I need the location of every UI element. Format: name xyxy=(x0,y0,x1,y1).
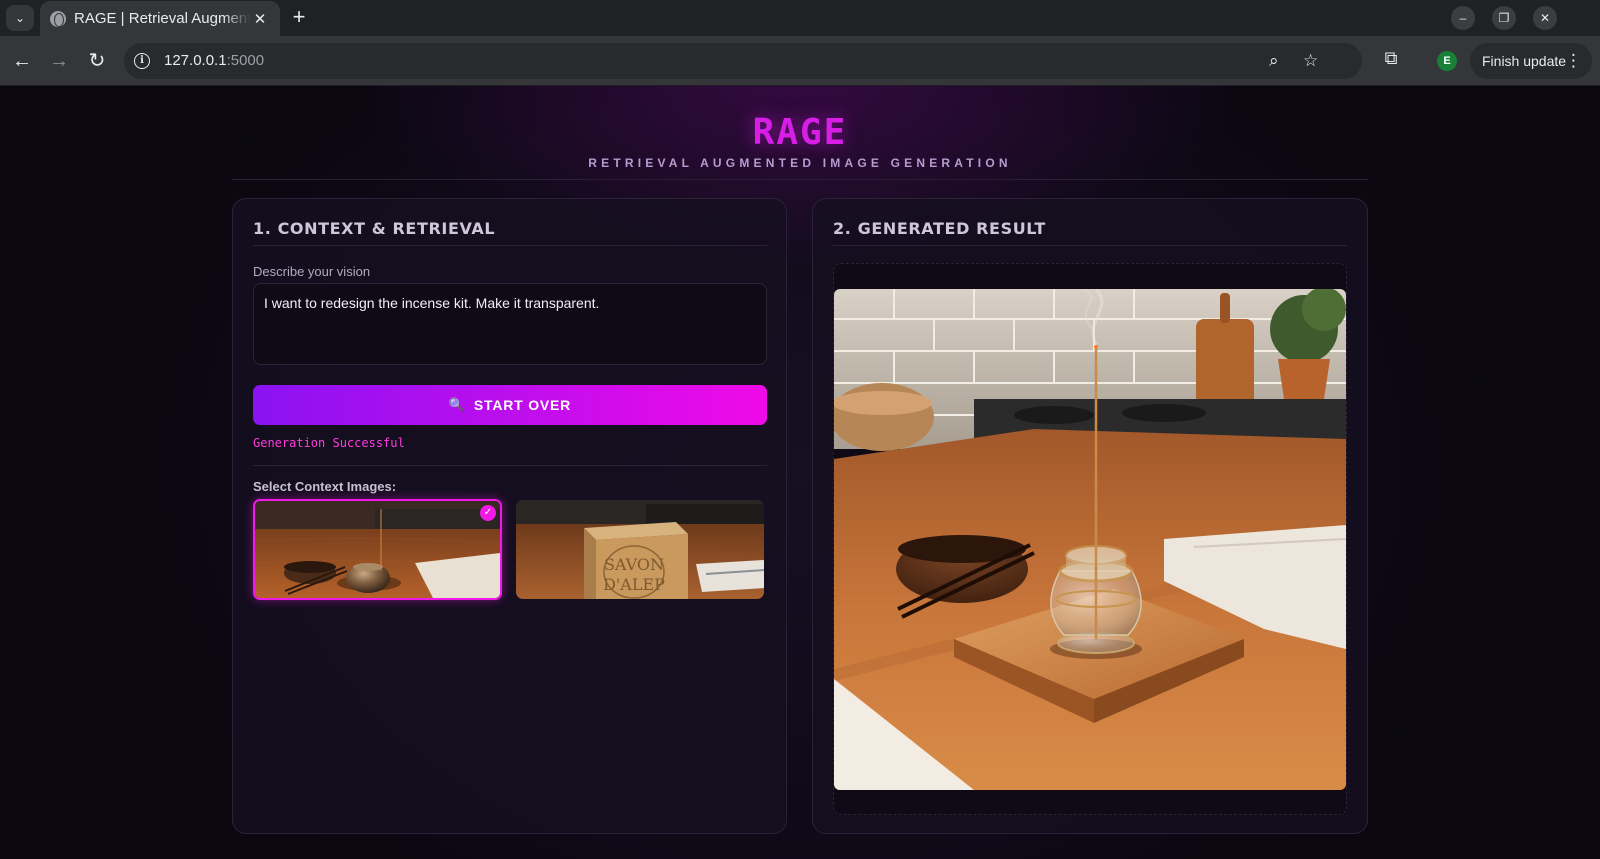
panel-title-divider xyxy=(833,245,1347,246)
soap-photo: SAVON D'ALEP xyxy=(516,500,764,599)
close-tab-icon[interactable]: ✕ xyxy=(250,10,270,28)
reload-icon[interactable]: ↻ xyxy=(84,48,110,74)
tab-title: RAGE | Retrieval Augmented Image Generat… xyxy=(74,10,250,27)
section-divider xyxy=(253,465,767,466)
close-window-icon[interactable]: ✕ xyxy=(1533,6,1557,30)
zoom-icon[interactable]: ⌕ xyxy=(1269,51,1279,71)
new-tab-plus-icon[interactable]: + xyxy=(286,5,312,31)
soap-stamp-line-2: D'ALEP xyxy=(603,575,665,594)
vision-textarea[interactable]: I want to redesign the incense kit. Make… xyxy=(253,283,767,365)
context-panel-title: 1. CONTEXT & RETRIEVAL xyxy=(253,219,496,238)
site-info-icon[interactable]: i xyxy=(134,53,150,69)
address-bar[interactable]: i 127.0.0.1:5000 ⌕ ☆ xyxy=(124,43,1362,79)
bookmark-star-icon[interactable]: ☆ xyxy=(1303,51,1318,71)
app-title: RAGE xyxy=(752,112,848,153)
url-port: :5000 xyxy=(226,52,265,69)
restore-icon[interactable]: ❐ xyxy=(1492,6,1516,30)
context-image-incense-kit[interactable]: ✓ xyxy=(253,499,502,600)
panel-title-divider xyxy=(253,245,767,246)
start-over-button[interactable]: 🔍 START OVER xyxy=(253,385,767,425)
browser-toolbar: ← → ↻ i 127.0.0.1:5000 ⌕ ☆ ⧉ E Finish up… xyxy=(0,36,1600,86)
header-divider xyxy=(232,179,1368,180)
result-frame xyxy=(833,263,1347,815)
app-subtitle: RETRIEVAL AUGMENTED IMAGE GENERATION xyxy=(588,156,1012,170)
tab-search-chevron-icon[interactable]: ⌄ xyxy=(6,5,34,31)
browser-tab-bar: ⌄ RAGE | Retrieval Augmented Image Gener… xyxy=(0,0,1600,36)
browser-tab[interactable]: RAGE | Retrieval Augmented Image Generat… xyxy=(40,1,280,36)
globe-icon xyxy=(50,10,66,27)
transparent-incense-kit-render xyxy=(834,289,1346,790)
start-over-label: START OVER xyxy=(473,397,572,413)
context-image-soap[interactable]: SAVON D'ALEP xyxy=(516,500,764,599)
soap-stamp-line-1: SAVON xyxy=(604,555,664,574)
kebab-menu-icon[interactable]: ⋮ xyxy=(1565,51,1582,71)
profile-avatar[interactable]: E xyxy=(1437,51,1457,71)
context-panel: 1. CONTEXT & RETRIEVAL Describe your vis… xyxy=(232,198,787,834)
selected-check-icon: ✓ xyxy=(480,505,496,521)
finish-update-button[interactable]: Finish update ⋮ xyxy=(1470,43,1592,79)
status-message: Generation Successful xyxy=(253,436,405,450)
extensions-puzzle-icon[interactable]: ⧉ xyxy=(1380,48,1402,70)
minimize-icon[interactable]: – xyxy=(1451,6,1475,30)
generated-image xyxy=(834,289,1346,790)
url-host: 127.0.0.1 xyxy=(164,52,227,69)
page: RAGE RETRIEVAL AUGMENTED IMAGE GENERATIO… xyxy=(0,86,1600,859)
incense-kit-photo xyxy=(255,501,500,598)
result-panel: 2. GENERATED RESULT xyxy=(812,198,1368,834)
vision-label: Describe your vision xyxy=(253,264,371,279)
back-arrow-icon[interactable]: ← xyxy=(9,48,35,74)
forward-arrow-icon[interactable]: → xyxy=(46,48,72,74)
result-panel-title: 2. GENERATED RESULT xyxy=(833,219,1046,238)
magnifier-icon: 🔍 xyxy=(448,397,466,412)
select-context-label: Select Context Images: xyxy=(253,479,397,494)
finish-update-label: Finish update xyxy=(1482,53,1567,69)
url-text: 127.0.0.1:5000 xyxy=(164,52,264,69)
